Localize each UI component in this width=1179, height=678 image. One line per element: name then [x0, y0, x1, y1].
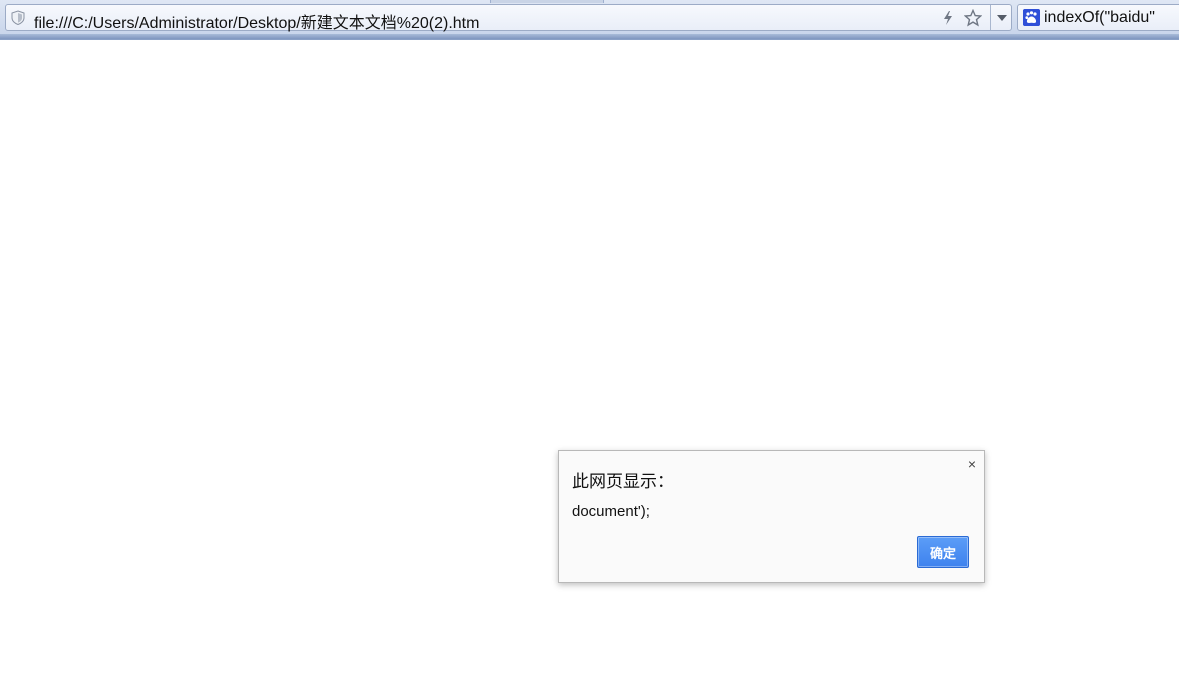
- star-icon[interactable]: [963, 8, 983, 28]
- browser-toolbar: file:///C:/Users/Administrator/Desktop/新…: [0, 0, 1179, 40]
- lightning-icon[interactable]: [938, 8, 958, 28]
- url-text[interactable]: file:///C:/Users/Administrator/Desktop/新…: [34, 9, 479, 33]
- divider: [990, 5, 991, 30]
- dialog-message: document');: [572, 503, 650, 520]
- search-text[interactable]: indexOf("baidu": [1044, 9, 1155, 27]
- shield-icon: [11, 10, 25, 25]
- address-bar[interactable]: file:///C:/Users/Administrator/Desktop/新…: [5, 4, 1012, 33]
- ok-button[interactable]: 确定: [917, 536, 969, 568]
- alert-dialog: × 此网页显示： document'); 确定: [558, 450, 985, 583]
- search-box[interactable]: indexOf("baidu": [1017, 4, 1179, 31]
- baidu-paw-icon: [1023, 9, 1040, 26]
- tab-edge: [490, 0, 604, 3]
- dialog-title: 此网页显示：: [572, 472, 674, 491]
- close-icon[interactable]: ×: [968, 457, 976, 471]
- chevron-down-icon[interactable]: [992, 8, 1012, 28]
